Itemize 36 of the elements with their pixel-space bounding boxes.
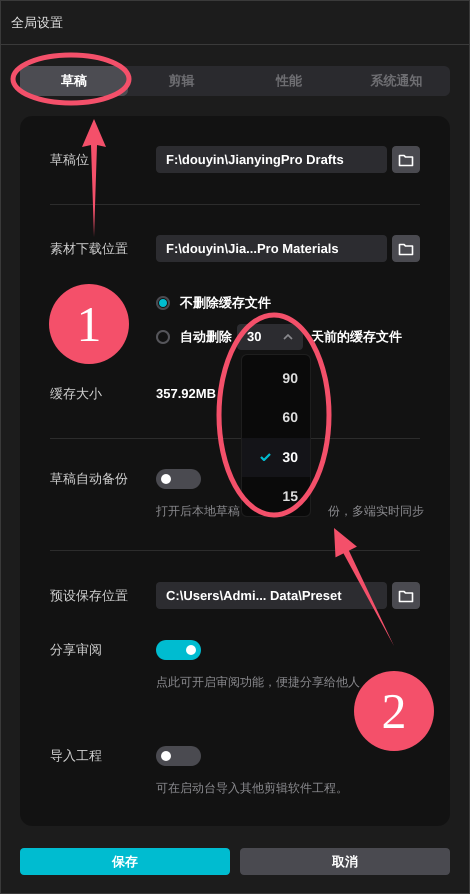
folder-button[interactable] bbox=[392, 582, 420, 609]
radio-button[interactable] bbox=[156, 296, 170, 310]
dropdown-option[interactable]: 60 bbox=[242, 398, 310, 438]
folder-icon bbox=[398, 242, 414, 256]
cache-size-value: 357.92MB bbox=[156, 385, 216, 404]
dropdown-option[interactable]: 90 bbox=[242, 359, 310, 398]
check-icon bbox=[260, 453, 271, 462]
dropdown-option[interactable]: 30 bbox=[242, 438, 310, 477]
setting-label: 预设保存位置 bbox=[50, 586, 129, 605]
radio-label: 不删除缓存文件 bbox=[180, 294, 271, 312]
setting-label: 草稿自动备份 bbox=[50, 470, 129, 488]
toggle-switch[interactable] bbox=[156, 469, 201, 489]
setting-label: 导入工程 bbox=[50, 747, 103, 766]
radio-button[interactable] bbox=[156, 330, 170, 344]
setting-label: 分享审阅 bbox=[50, 641, 103, 660]
hint-text: 可在启动台导入其他剪辑软件工程。 bbox=[156, 780, 348, 797]
folder-button[interactable] bbox=[392, 235, 420, 262]
toggle-switch[interactable] bbox=[156, 746, 201, 766]
hint-text: 打开后本地草稿 bbox=[156, 503, 240, 520]
tab[interactable]: 草稿 bbox=[20, 66, 128, 96]
hint-text: 份，多端实时同步 bbox=[328, 503, 424, 520]
setting-label: 缓存大小 bbox=[50, 385, 103, 404]
toggle-switch[interactable] bbox=[156, 640, 201, 660]
setting-label: 素材下载位置 bbox=[50, 240, 129, 258]
chevron-up-icon bbox=[283, 334, 293, 340]
radio-label: 自动删除 bbox=[180, 328, 232, 346]
folder-button[interactable] bbox=[392, 146, 420, 173]
path-field[interactable]: C:\Users\Admi... Data\Preset bbox=[156, 582, 387, 609]
path-field[interactable]: F:\douyin\JianyingPro Drafts bbox=[156, 146, 387, 173]
cancel-button[interactable]: 取消 bbox=[240, 848, 450, 875]
dropdown-option[interactable]: 15 bbox=[242, 476, 310, 516]
folder-icon bbox=[398, 152, 414, 166]
path-field[interactable]: F:\douyin\Jia...Pro Materials bbox=[156, 235, 387, 262]
folder-icon bbox=[398, 588, 414, 602]
setting-label: 草稿位 bbox=[50, 150, 90, 169]
window-title: 全局设置 bbox=[11, 14, 63, 32]
